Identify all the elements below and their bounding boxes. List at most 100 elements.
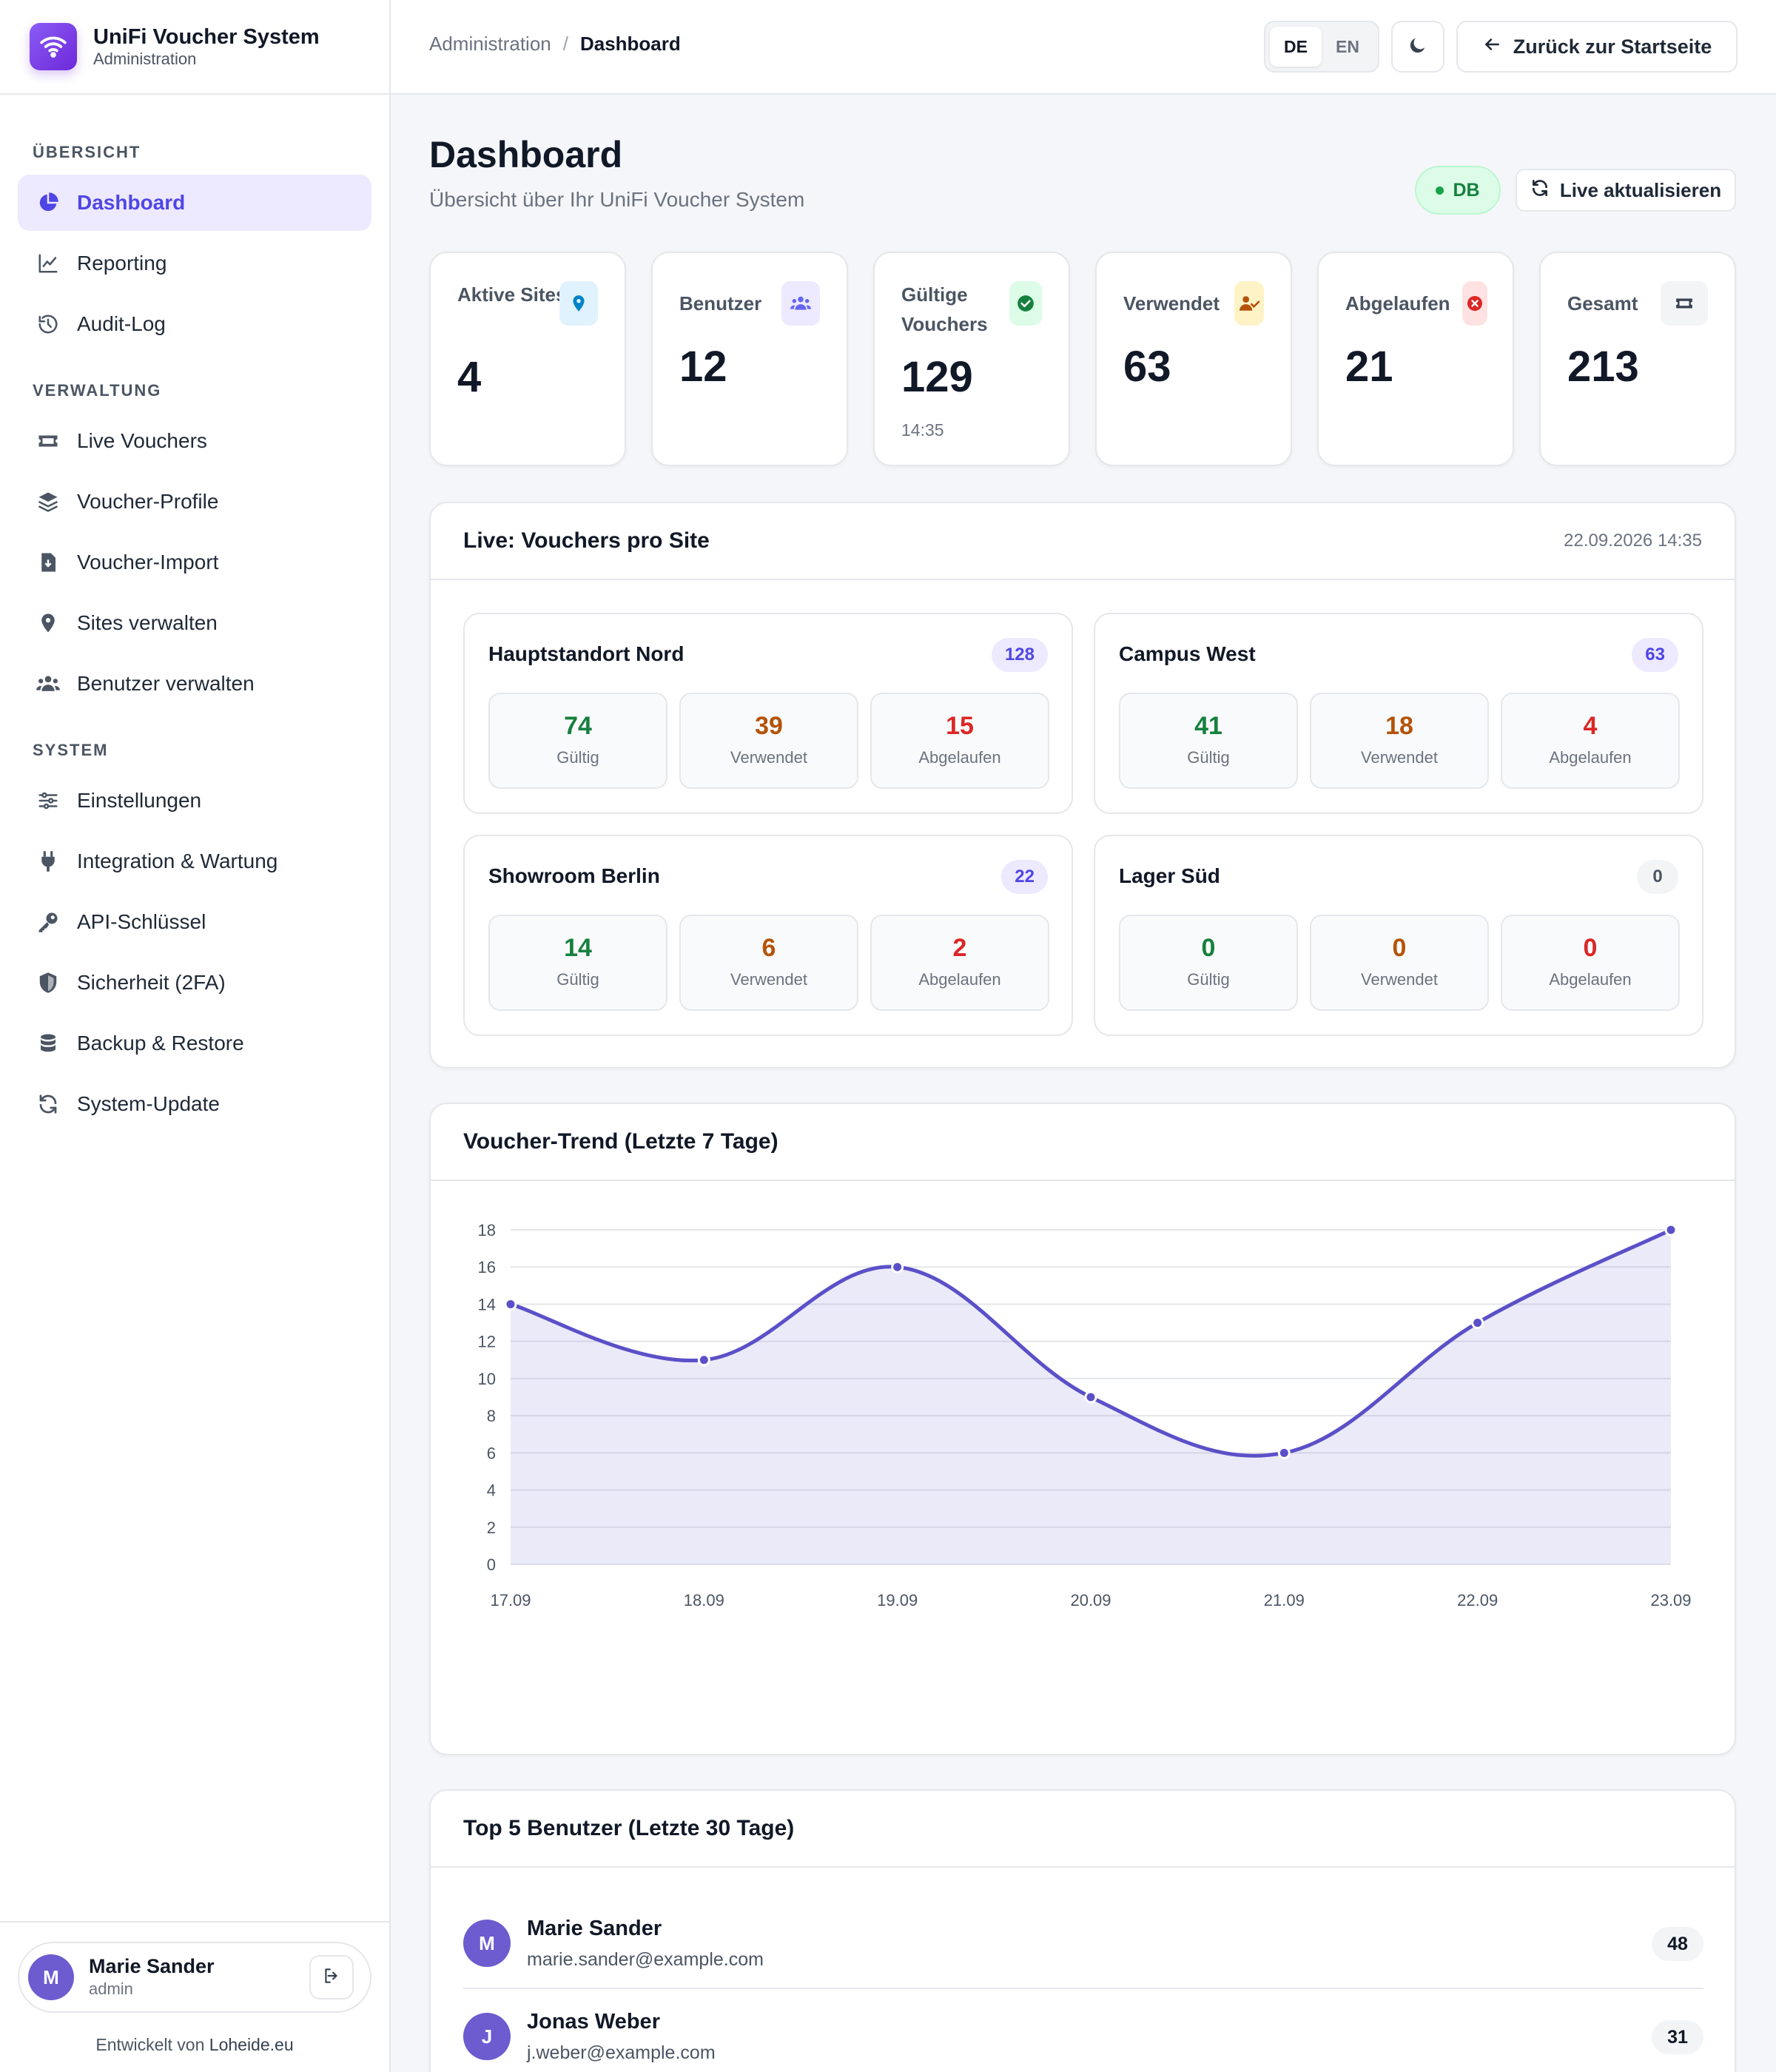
pie-chart-icon bbox=[36, 190, 61, 215]
x-tick-label: 18.09 bbox=[684, 1591, 724, 1610]
map-pin-icon bbox=[559, 281, 598, 326]
sidebar-item-settings[interactable]: Einstellungen bbox=[18, 773, 371, 829]
stat-card-valid-vouchers: Gültige Vouchers 129 14:35 bbox=[873, 252, 1070, 466]
stat-label: Aktive Sites bbox=[457, 283, 567, 306]
developer-credit-prefix: Entwickelt von bbox=[95, 2035, 209, 2054]
top-user-count: 31 bbox=[1652, 2020, 1703, 2054]
live-refresh-label: Live aktualisieren bbox=[1559, 178, 1722, 201]
topbar: Administration / Dashboard DE EN Zurück … bbox=[391, 0, 1776, 95]
data-point bbox=[1277, 1446, 1291, 1459]
stat-card-expired: Abgelaufen 21 bbox=[1317, 252, 1514, 466]
sidebar-item-integration[interactable]: Integration & Wartung bbox=[18, 833, 371, 889]
layers-icon bbox=[36, 489, 61, 514]
site-name: Showroom Berlin bbox=[488, 864, 660, 887]
sidebar-item-reporting[interactable]: Reporting bbox=[18, 235, 371, 292]
stats-row: Aktive Sites 4 Benutzer 12 Gültige Vouch… bbox=[429, 252, 1736, 466]
site-stat-valid: 41 Gültig bbox=[1119, 693, 1298, 789]
x-tick-label: 22.09 bbox=[1457, 1591, 1498, 1610]
db-status-badge: DB bbox=[1415, 166, 1501, 215]
developer-link[interactable]: Loheide.eu bbox=[209, 2035, 294, 2054]
sidebar-item-label: Benutzer verwalten bbox=[77, 672, 255, 695]
stat-value: 21 bbox=[1345, 343, 1393, 391]
breadcrumb-current: Dashboard bbox=[579, 33, 681, 55]
breadcrumb-item-administration[interactable]: Administration bbox=[429, 33, 551, 56]
lang-de-button[interactable]: DE bbox=[1270, 27, 1322, 67]
x-tick-label: 23.09 bbox=[1650, 1591, 1691, 1610]
check-circle-icon bbox=[1009, 281, 1042, 326]
site-stat-value: 41 bbox=[1194, 712, 1222, 740]
sidebar-footer: M Marie Sander admin Entwickelt von Lohe… bbox=[0, 1921, 389, 2072]
sidebar-item-dashboard[interactable]: Dashboard bbox=[18, 175, 371, 231]
panel-timestamp: 22.09.2026 14:35 bbox=[1564, 531, 1702, 551]
data-point bbox=[1664, 1223, 1678, 1237]
x-tick-label: 19.09 bbox=[877, 1591, 918, 1610]
x-tick-label: 21.09 bbox=[1264, 1591, 1305, 1610]
user-check-icon bbox=[1234, 281, 1264, 326]
site-card: Hauptstandort Nord 128 74 Gültig 39 Verwendet… bbox=[463, 613, 1073, 814]
site-stat-used: 6 Verwendet bbox=[679, 915, 858, 1011]
plug-icon bbox=[36, 849, 61, 874]
site-stat-label: Verwendet bbox=[1361, 748, 1438, 767]
y-tick-label: 2 bbox=[487, 1518, 496, 1537]
site-stat-value: 18 bbox=[1385, 712, 1413, 740]
site-name: Campus West bbox=[1119, 642, 1256, 665]
site-stat-expired: 2 Abgelaufen bbox=[870, 915, 1049, 1011]
sidebar-item-audit-log[interactable]: Audit-Log bbox=[18, 296, 371, 352]
breadcrumb-separator: / bbox=[562, 33, 568, 55]
site-stat-label: Verwendet bbox=[730, 748, 807, 767]
site-total-badge: 63 bbox=[1632, 638, 1678, 672]
site-card: Lager Süd 0 0 Gültig 0 Verwendet 0 Abgelaufen bbox=[1094, 835, 1703, 1036]
sidebar-item-system-update[interactable]: System-Update bbox=[18, 1076, 371, 1132]
stat-timestamp: 14:35 bbox=[901, 420, 944, 440]
data-point bbox=[697, 1353, 710, 1367]
users-icon bbox=[781, 281, 820, 326]
panel-title: Top 5 Benutzer (Letzte 30 Tage) bbox=[463, 1816, 795, 1840]
back-to-home-button[interactable]: Zurück zur Startseite bbox=[1456, 21, 1738, 73]
logout-button[interactable] bbox=[309, 1955, 354, 1999]
live-refresh-button[interactable]: Live aktualisieren bbox=[1516, 169, 1736, 212]
site-stat-expired: 15 Abgelaufen bbox=[870, 693, 1049, 789]
top-user-name: Jonas Weber bbox=[527, 2010, 660, 2034]
users-icon bbox=[36, 671, 61, 696]
sidebar-item-security[interactable]: Sicherheit (2FA) bbox=[18, 955, 371, 1011]
trend-chart: 0 2 4 6 8 10 12 14 16 18 17.09 18.09 19.09 20.09 21.09… bbox=[478, 1221, 1692, 1610]
site-stat-used: 0 Verwendet bbox=[1310, 915, 1489, 1011]
sidebar-item-label: Voucher-Import bbox=[77, 551, 219, 574]
site-card: Campus West 63 41 Gültig 18 Verwendet 4 Abgelau… bbox=[1094, 613, 1703, 814]
site-stat-label: Gültig bbox=[556, 970, 599, 989]
sidebar-item-users[interactable]: Benutzer verwalten bbox=[18, 656, 371, 712]
sidebar-item-label: Dashboard bbox=[77, 191, 186, 214]
brand[interactable]: UniFi Voucher System Administration bbox=[0, 0, 389, 95]
user-role: admin bbox=[89, 1980, 133, 1998]
y-tick-label: 14 bbox=[478, 1295, 496, 1314]
theme-toggle-button[interactable] bbox=[1391, 21, 1444, 73]
sidebar-item-label: API-Schlüssel bbox=[77, 910, 206, 933]
avatar: J bbox=[463, 2013, 511, 2060]
panel-title: Live: Vouchers pro Site bbox=[463, 528, 710, 553]
x-tick-label: 17.09 bbox=[490, 1591, 531, 1610]
sidebar-item-api-keys[interactable]: API-Schlüssel bbox=[18, 894, 371, 950]
sidebar-item-voucher-import[interactable]: Voucher-Import bbox=[18, 534, 371, 591]
nav-section-title: VERWALTUNG bbox=[33, 381, 162, 400]
sidebar-item-sites[interactable]: Sites verwalten bbox=[18, 595, 371, 651]
user-name: Marie Sander bbox=[89, 1955, 215, 1977]
stat-value: 213 bbox=[1567, 343, 1639, 391]
sidebar-item-voucher-profile[interactable]: Voucher-Profile bbox=[18, 474, 371, 530]
sidebar-item-backup[interactable]: Backup & Restore bbox=[18, 1015, 371, 1072]
page-subtitle: Übersicht über Ihr UniFi Voucher System bbox=[429, 188, 805, 211]
sidebar-item-label: System-Update bbox=[77, 1092, 220, 1115]
sidebar-item-live-vouchers[interactable]: Live Vouchers bbox=[18, 413, 371, 469]
brand-title: UniFi Voucher System bbox=[93, 25, 320, 49]
sidebar-item-label: Reporting bbox=[77, 252, 167, 275]
lang-en-button[interactable]: EN bbox=[1322, 27, 1373, 67]
data-point bbox=[504, 1297, 517, 1311]
stat-label: Benutzer bbox=[679, 292, 762, 314]
site-stat-value: 0 bbox=[1392, 934, 1407, 962]
status-dot-icon bbox=[1436, 186, 1444, 195]
history-icon bbox=[36, 312, 61, 337]
site-stat-expired: 0 Abgelaufen bbox=[1501, 915, 1680, 1011]
user-card[interactable]: M Marie Sander admin bbox=[18, 1942, 371, 2013]
site-stat-label: Abgelaufen bbox=[1549, 748, 1632, 767]
database-icon bbox=[36, 1031, 61, 1056]
back-to-home-label: Zurück zur Startseite bbox=[1513, 35, 1712, 58]
